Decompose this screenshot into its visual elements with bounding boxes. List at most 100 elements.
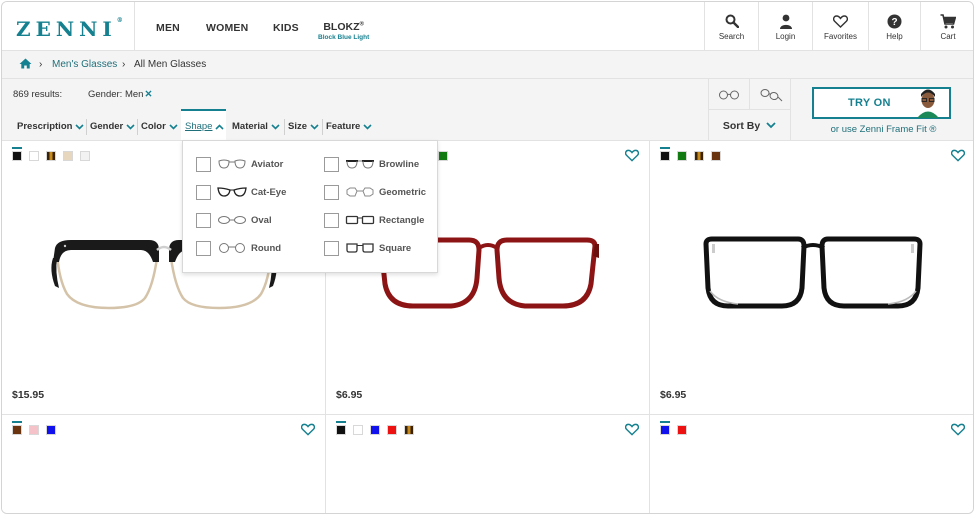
site-header: ZENNI® MEN WOMEN KIDS BLOKZ® Block Blue … — [2, 2, 973, 51]
checkbox[interactable] — [324, 156, 339, 172]
filter-divider — [284, 119, 285, 135]
color-swatch[interactable] — [370, 425, 380, 435]
checkbox[interactable] — [324, 184, 339, 200]
help-button[interactable]: ? Help — [868, 2, 920, 50]
results-count: 869 results: — [13, 89, 63, 100]
color-swatch[interactable] — [438, 151, 448, 161]
product-card[interactable] — [326, 415, 650, 513]
view-toggle — [708, 79, 790, 110]
blokz-label: BLOKZ — [323, 21, 360, 33]
color-swatch[interactable] — [336, 421, 346, 435]
color-swatch[interactable] — [63, 151, 73, 161]
color-swatch[interactable] — [46, 425, 56, 435]
color-swatch[interactable] — [12, 421, 22, 435]
nav-kids[interactable]: KIDS — [273, 22, 299, 34]
shape-option-round[interactable]: Round — [196, 240, 281, 256]
product-image[interactable] — [650, 221, 973, 331]
blokz-mark: ® — [359, 21, 364, 28]
color-swatch[interactable] — [660, 147, 670, 161]
chevron-down-icon — [271, 123, 280, 130]
nav-blokz[interactable]: BLOKZ® Block Blue Light — [318, 21, 369, 41]
remove-filter-icon[interactable]: ✕ — [144, 89, 152, 100]
nav-women[interactable]: WOMEN — [206, 22, 248, 34]
checkbox[interactable] — [324, 240, 339, 256]
favorite-heart-icon[interactable] — [951, 423, 965, 436]
product-card[interactable]: $6.95 — [650, 141, 973, 415]
chevron-down-icon — [75, 123, 85, 130]
zenni-logo[interactable]: ZENNI® — [16, 17, 123, 41]
product-grid: $15.95 $6.95 $6.95 — [2, 141, 973, 513]
breadcrumb-chevron-icon: › — [122, 59, 126, 70]
color-swatch[interactable] — [711, 151, 721, 161]
color-swatch[interactable] — [677, 151, 687, 161]
filter-color[interactable]: Color — [141, 121, 178, 132]
checkbox[interactable] — [324, 212, 339, 228]
nav-divider — [134, 2, 135, 50]
round-frame-icon — [219, 243, 245, 253]
color-swatch[interactable] — [660, 421, 670, 435]
filter-size[interactable]: Size — [288, 121, 319, 132]
filter-material[interactable]: Material — [232, 121, 280, 132]
gender-filter-chip: Gender: Men✕ — [88, 89, 152, 100]
color-swatch[interactable] — [29, 151, 39, 161]
nav-men[interactable]: MEN — [156, 22, 180, 34]
angle-view-button[interactable] — [750, 79, 791, 110]
checkbox[interactable] — [196, 212, 211, 228]
color-swatch[interactable] — [80, 151, 90, 161]
favorite-heart-icon[interactable] — [625, 423, 639, 436]
rectangle-frame-icon — [345, 215, 375, 225]
shape-option-square[interactable]: Square — [324, 240, 411, 256]
color-swatch[interactable] — [12, 147, 22, 161]
front-view-button[interactable] — [709, 79, 750, 110]
frame-fit-link[interactable]: or use Zenni Frame Fit ® — [791, 124, 973, 135]
shape-option-browline[interactable]: Browline — [324, 156, 419, 172]
sort-by-button[interactable]: Sort By — [708, 110, 790, 141]
color-swatch[interactable] — [404, 425, 414, 435]
filter-prescription[interactable]: Prescription — [17, 121, 85, 132]
help-icon: ? — [887, 14, 902, 28]
color-swatch[interactable] — [694, 151, 704, 161]
try-on-button[interactable]: TRY ON — [812, 87, 951, 119]
filter-gender[interactable]: Gender — [90, 121, 135, 132]
blokz-sub: Block Blue Light — [318, 34, 370, 41]
filter-feature[interactable]: Feature — [326, 121, 372, 132]
browline-frame-icon — [346, 160, 374, 169]
shape-dropdown: Aviator Browline Cat-Eye Geometric Oval … — [182, 140, 438, 273]
color-swatches — [660, 147, 721, 161]
home-icon[interactable] — [19, 58, 32, 69]
checkbox[interactable] — [196, 156, 211, 172]
search-icon — [725, 14, 739, 28]
search-button[interactable]: Search — [704, 2, 758, 50]
breadcrumb-mens-glasses[interactable]: Men's Glasses — [52, 59, 117, 70]
favorite-heart-icon[interactable] — [951, 149, 965, 162]
square-frame-icon — [346, 243, 374, 253]
favorite-heart-icon[interactable] — [625, 149, 639, 162]
cart-button[interactable]: Cart — [920, 2, 973, 50]
sort-by-label: Sort By — [722, 119, 761, 132]
filter-shape[interactable]: Shape — [185, 121, 225, 132]
shape-option-aviator[interactable]: Aviator — [196, 156, 283, 172]
color-swatch[interactable] — [677, 425, 687, 435]
svg-text:?: ? — [891, 17, 897, 28]
color-swatch[interactable] — [353, 425, 363, 435]
checkbox[interactable] — [196, 184, 211, 200]
color-swatches — [12, 147, 90, 161]
checkbox[interactable] — [196, 240, 211, 256]
color-swatches — [336, 421, 414, 435]
color-swatch[interactable] — [387, 425, 397, 435]
chevron-down-icon — [363, 123, 372, 130]
page-frame: ZENNI® MEN WOMEN KIDS BLOKZ® Block Blue … — [1, 1, 974, 514]
color-swatch[interactable] — [29, 425, 39, 435]
favorite-heart-icon[interactable] — [301, 423, 315, 436]
filter-divider — [322, 119, 323, 135]
shape-option-rectangle[interactable]: Rectangle — [324, 212, 424, 228]
shape-option-oval[interactable]: Oval — [196, 212, 272, 228]
favorites-button[interactable]: Favorites — [812, 2, 868, 50]
shape-option-geometric[interactable]: Geometric — [324, 184, 426, 200]
product-card[interactable] — [650, 415, 973, 513]
product-card[interactable] — [2, 415, 326, 513]
chip-label: Gender: Men — [88, 89, 144, 100]
color-swatch[interactable] — [46, 151, 56, 161]
shape-option-cat-eye[interactable]: Cat-Eye — [196, 184, 286, 200]
login-button[interactable]: Login — [758, 2, 812, 50]
